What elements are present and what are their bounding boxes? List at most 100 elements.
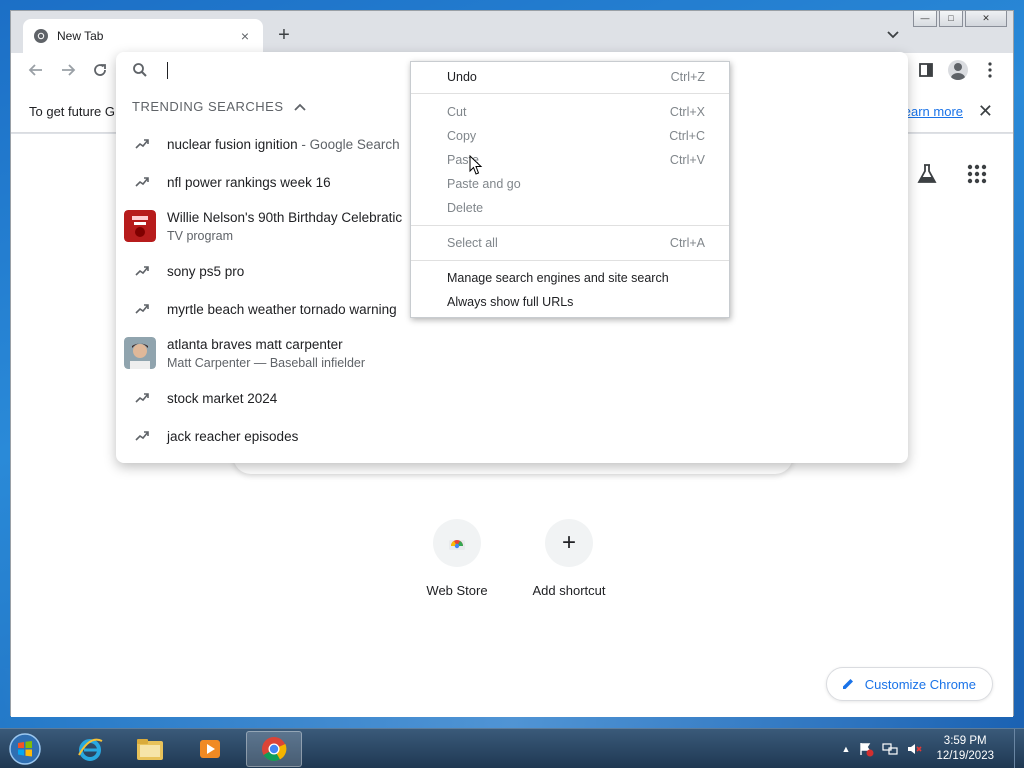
learn-more-link[interactable]: earn more [904, 104, 963, 119]
menu-item-label: Manage search engines and site search [447, 271, 669, 285]
shortcut-add[interactable]: + Add shortcut [519, 519, 619, 598]
tab-close-icon[interactable]: × [237, 28, 253, 44]
shortcut-label: Add shortcut [532, 583, 606, 598]
trending-up-icon [134, 266, 149, 276]
taskbar-media-player[interactable] [182, 731, 238, 767]
trending-up-icon [134, 431, 149, 441]
menu-item-label: Undo [447, 70, 477, 84]
trending-searches-title: TRENDING SEARCHES [132, 99, 284, 114]
menu-separator [411, 93, 729, 94]
menu-item-cut[interactable]: Cut Ctrl+X [411, 101, 729, 123]
show-hidden-icons-icon[interactable]: ▲ [842, 744, 851, 754]
tv-program-thumbnail-icon [124, 210, 156, 242]
windows-taskbar: ▲ 3:59 PM 12/19/2023 [0, 728, 1024, 768]
profile-button[interactable] [947, 59, 969, 81]
ntp-top-right-icons [915, 162, 989, 186]
menu-item-copy[interactable]: Copy Ctrl+C [411, 125, 729, 147]
taskbar-chrome[interactable] [246, 731, 302, 767]
info-bar-text: To get future G [29, 104, 115, 119]
trending-up-icon [134, 139, 149, 149]
menu-item-label: Cut [447, 105, 467, 119]
shortcut-web-store[interactable]: Web Store [407, 519, 507, 598]
clock-time: 3:59 PM [943, 735, 987, 747]
forward-button[interactable] [57, 61, 79, 83]
labs-flask-icon[interactable] [915, 162, 939, 186]
back-button[interactable] [25, 61, 47, 83]
text-caret [167, 62, 168, 79]
kebab-menu-icon [988, 62, 992, 78]
menu-item-shortcut: Ctrl+Z [670, 70, 705, 84]
suggestion-text: nfl power rankings week 16 [167, 174, 331, 190]
volume-muted-icon[interactable] [906, 741, 923, 757]
menu-item-always-show-full-urls[interactable]: Always show full URLs [411, 291, 729, 313]
tab-strip: New Tab × + — □ ✕ [11, 11, 1013, 53]
suggestion-text: Willie Nelson's 90th Birthday Celebratic [167, 209, 403, 225]
folder-icon [137, 739, 163, 760]
forward-arrow-icon [62, 64, 76, 76]
close-window-button[interactable]: ✕ [965, 11, 1007, 27]
maximize-button[interactable]: □ [939, 11, 963, 27]
side-panel-button[interactable] [915, 59, 937, 81]
search-icon [133, 63, 147, 77]
new-tab-button[interactable]: + [273, 25, 295, 47]
system-clock[interactable]: 3:59 PM 12/19/2023 [936, 734, 994, 764]
menu-item-label: Paste and go [447, 177, 521, 191]
chevron-up-icon[interactable] [293, 102, 306, 112]
suggestion-row[interactable]: atlanta braves matt carpenter Matt Carpe… [116, 329, 908, 377]
toolbar-right [915, 59, 1013, 81]
action-center-flag-icon[interactable] [858, 741, 874, 757]
clock-date: 12/19/2023 [936, 750, 994, 762]
mouse-cursor-icon [469, 155, 483, 175]
tab-search-chevron-icon[interactable] [883, 25, 903, 45]
taskbar-explorer[interactable] [122, 731, 178, 767]
menu-item-undo[interactable]: Undo Ctrl+Z [411, 66, 729, 88]
suggestion-row[interactable]: jack reacher episodes [116, 418, 908, 454]
add-icon: + [545, 519, 593, 567]
menu-item-label: Delete [447, 201, 484, 215]
suggestion-text: atlanta braves matt carpenter [167, 336, 343, 352]
tab-new-tab[interactable]: New Tab × [23, 19, 263, 53]
suggestion-text: nuclear fusion ignition [167, 136, 298, 152]
apps-grid-icon[interactable] [965, 162, 989, 186]
shortcut-label: Web Store [426, 583, 488, 598]
tab-title: New Tab [57, 29, 104, 43]
menu-item-paste-and-go[interactable]: Paste and go [411, 173, 729, 195]
menu-item-shortcut: Ctrl+X [669, 105, 705, 119]
menu-item-manage-search-engines[interactable]: Manage search engines and site search [411, 267, 729, 289]
menu-item-label: Copy [447, 129, 477, 143]
reload-icon [94, 64, 106, 76]
menu-item-shortcut: Ctrl+A [669, 236, 705, 250]
customize-chrome-button[interactable]: Customize Chrome [825, 667, 993, 701]
menu-item-paste[interactable]: Paste Ctrl+V [411, 149, 729, 171]
trending-searches-header[interactable]: TRENDING SEARCHES [132, 99, 306, 114]
suggestion-text: myrtle beach weather tornado warning [167, 301, 397, 317]
menu-item-shortcut: Ctrl+C [669, 129, 705, 143]
menu-item-label: Select all [447, 236, 498, 250]
profile-avatar-icon [948, 60, 968, 80]
minimize-button[interactable]: — [913, 11, 937, 27]
start-button-icon[interactable] [6, 731, 44, 767]
menu-separator [411, 260, 729, 261]
person-thumbnail-icon [124, 337, 156, 369]
taskbar-ie[interactable] [62, 731, 118, 767]
network-icon[interactable] [882, 741, 899, 757]
trending-up-icon [134, 177, 149, 187]
chrome-favicon-icon [34, 29, 48, 43]
reload-button[interactable] [89, 61, 111, 83]
customize-chrome-label: Customize Chrome [864, 676, 976, 692]
info-bar-close-icon[interactable]: ✕ [978, 101, 993, 122]
trending-up-icon [134, 393, 149, 403]
web-store-icon [433, 519, 481, 567]
menu-item-select-all[interactable]: Select all Ctrl+A [411, 232, 729, 254]
suggestion-row[interactable]: stock market 2024 [116, 380, 908, 416]
suggestion-suffix: - Google Search [297, 136, 400, 152]
suggestion-subtext: TV program [167, 228, 233, 243]
menu-item-delete[interactable]: Delete [411, 197, 729, 219]
show-desktop-button[interactable] [1014, 729, 1024, 768]
context-menu: Undo Ctrl+Z Cut Ctrl+X Copy Ctrl+C Paste… [410, 61, 730, 318]
window-controls: — □ ✕ [913, 11, 1007, 27]
suggestion-subtext: Matt Carpenter — Baseball infielder [167, 355, 366, 370]
suggestion-text: stock market 2024 [167, 390, 278, 406]
menu-button[interactable] [979, 59, 1001, 81]
trending-up-icon [134, 304, 149, 314]
